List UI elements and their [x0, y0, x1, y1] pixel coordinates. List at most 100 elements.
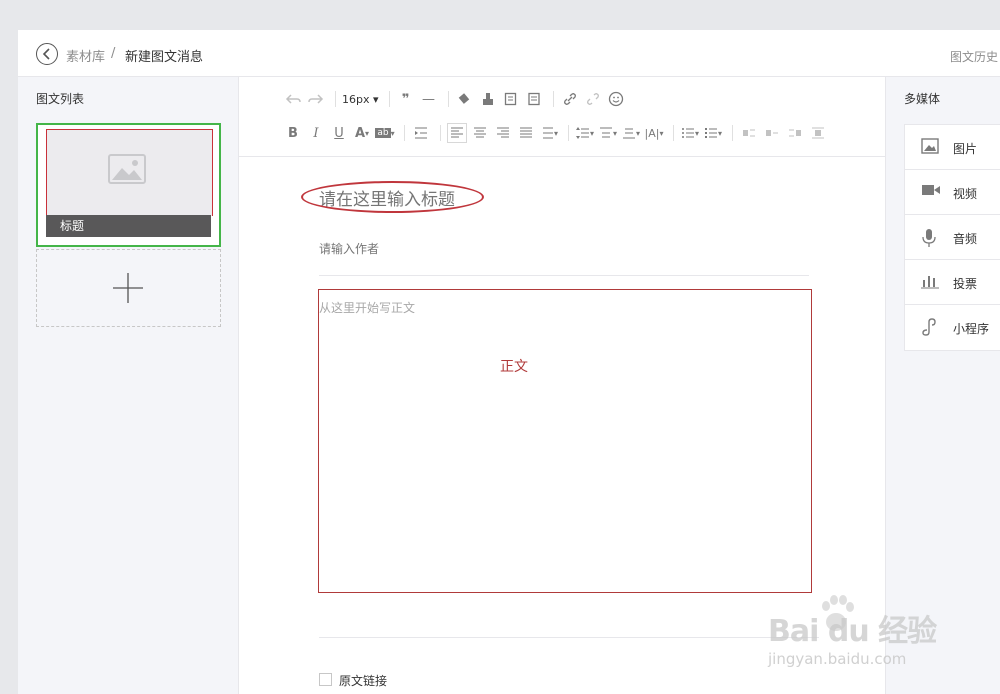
author-input[interactable]: [319, 239, 809, 259]
link-button[interactable]: [560, 89, 580, 109]
indent-button[interactable]: [411, 123, 431, 143]
underline-icon: U: [334, 125, 344, 141]
float-none-button[interactable]: [762, 123, 782, 143]
original-link-checkbox[interactable]: [319, 673, 332, 686]
add-article-button[interactable]: [36, 249, 221, 327]
toolbar-row-1: 16px ▾ ❞ —: [283, 89, 629, 109]
page-break-button[interactable]: [524, 89, 544, 109]
undo-button[interactable]: [283, 89, 303, 109]
breadcrumb-separator: /: [111, 46, 116, 61]
font-color-button[interactable]: A ▾: [352, 123, 372, 143]
media-item-image[interactable]: 图片: [905, 125, 1000, 170]
ordered-list-icon: [681, 128, 694, 138]
media-item-label: 投票: [953, 277, 978, 291]
letter-spacing-icon: |A|: [644, 126, 660, 140]
cover-image-placeholder[interactable]: [46, 129, 213, 216]
space-before-select[interactable]: ▾: [598, 123, 618, 143]
breadcrumb-library-link[interactable]: 素材库: [66, 46, 105, 65]
body-editor[interactable]: 从这里开始写正文 正文: [318, 289, 812, 593]
toolbar-divider: [447, 91, 449, 107]
article-card-selected[interactable]: 标题: [36, 123, 221, 247]
float-center-button[interactable]: [808, 123, 828, 143]
horizontal-rule-button[interactable]: —: [419, 89, 439, 109]
image-icon: [921, 138, 939, 154]
float-right-icon: [789, 129, 801, 137]
multimedia-panel: 多媒体 图片 视频 音频 投票 小程序: [885, 77, 1000, 694]
float-right-button[interactable]: [785, 123, 805, 143]
align-justify-icon: [520, 127, 532, 138]
spacing-icon: [542, 127, 553, 139]
line-height-icon: [575, 127, 589, 139]
unlink-icon: [586, 93, 599, 105]
paragraph-spacing-select[interactable]: ▾: [539, 123, 559, 143]
font-color-icon: A: [354, 125, 366, 141]
toolbar-divider: [440, 125, 441, 141]
link-icon: [563, 93, 576, 105]
bar-chart-icon: [921, 276, 939, 289]
align-center-button[interactable]: [470, 123, 490, 143]
toolbar-divider: [335, 91, 336, 107]
unlink-button[interactable]: [583, 89, 603, 109]
insert-template-button[interactable]: [501, 89, 521, 109]
unordered-list-button[interactable]: ▾: [703, 123, 723, 143]
link-icon: [922, 318, 936, 336]
ordered-list-button[interactable]: ▾: [680, 123, 700, 143]
format-toolbar: 16px ▾ ❞ — B I U A ▾ ab ▾ ▾ ▾ ▾ ▾ |A| ▾ …: [239, 77, 885, 157]
redo-icon: [308, 94, 324, 104]
image-placeholder-icon: [108, 154, 146, 184]
media-item-label: 小程序: [953, 322, 990, 336]
media-item-vote[interactable]: 投票: [905, 260, 1000, 305]
document-icon: [527, 92, 540, 106]
letter-spacing-select[interactable]: |A| ▾: [644, 123, 664, 143]
body-placeholder: 从这里开始写正文: [319, 301, 416, 315]
eraser-icon: [458, 93, 469, 104]
title-annotation-ellipse: [301, 181, 484, 213]
float-left-icon: [743, 129, 755, 137]
media-item-miniprogram[interactable]: 小程序: [905, 305, 1000, 350]
underline-button[interactable]: U: [329, 123, 349, 143]
emoji-button[interactable]: [606, 89, 626, 109]
font-size-select[interactable]: 16px ▾: [342, 89, 379, 109]
toolbar-divider: [732, 125, 733, 141]
italic-button[interactable]: I: [306, 123, 326, 143]
toolbar-divider: [673, 125, 674, 141]
history-link[interactable]: 图文历史: [950, 48, 998, 65]
back-button[interactable]: [36, 43, 58, 65]
space-after-select[interactable]: ▾: [621, 123, 641, 143]
multimedia-list: 图片 视频 音频 投票 小程序: [904, 124, 1000, 351]
format-painter-button[interactable]: [455, 89, 475, 109]
media-item-label: 图片: [953, 142, 978, 156]
align-right-icon: [497, 127, 509, 138]
background-color-button[interactable]: ab ▾: [375, 123, 395, 143]
font-size-value: 16px: [342, 92, 370, 106]
video-icon: [922, 185, 940, 195]
page-header: 素材库 / 新建图文消息 图文历史: [18, 30, 1000, 77]
align-right-button[interactable]: [493, 123, 513, 143]
blockquote-button[interactable]: ❞: [396, 89, 416, 109]
line-height-select[interactable]: ▾: [575, 123, 595, 143]
article-card-title: 标题: [46, 215, 211, 237]
media-item-video[interactable]: 视频: [905, 170, 1000, 215]
bold-button[interactable]: B: [283, 123, 303, 143]
toolbar-row-2: B I U A ▾ ab ▾ ▾ ▾ ▾ ▾ |A| ▾ ▾ ▾: [283, 123, 831, 143]
smiley-icon: [608, 91, 623, 107]
float-none-icon: [766, 130, 778, 136]
redo-button[interactable]: [306, 89, 326, 109]
clear-format-button[interactable]: [478, 89, 498, 109]
original-link-label[interactable]: 原文链接: [339, 672, 387, 689]
multimedia-title: 多媒体: [904, 92, 941, 106]
undo-icon: [285, 94, 301, 104]
toolbar-divider: [404, 125, 405, 141]
media-item-label: 音频: [953, 232, 978, 246]
media-item-audio[interactable]: 音频: [905, 215, 1000, 260]
space-before-icon: [599, 127, 612, 138]
article-list-panel: 图文列表 标题: [18, 77, 239, 694]
align-left-button[interactable]: [447, 123, 467, 143]
italic-icon: I: [313, 125, 319, 141]
toolbar-divider: [568, 125, 569, 141]
author-divider: [319, 275, 809, 276]
align-justify-button[interactable]: [516, 123, 536, 143]
float-left-button[interactable]: [739, 123, 759, 143]
media-item-label: 视频: [953, 187, 978, 201]
align-left-icon: [451, 127, 463, 138]
